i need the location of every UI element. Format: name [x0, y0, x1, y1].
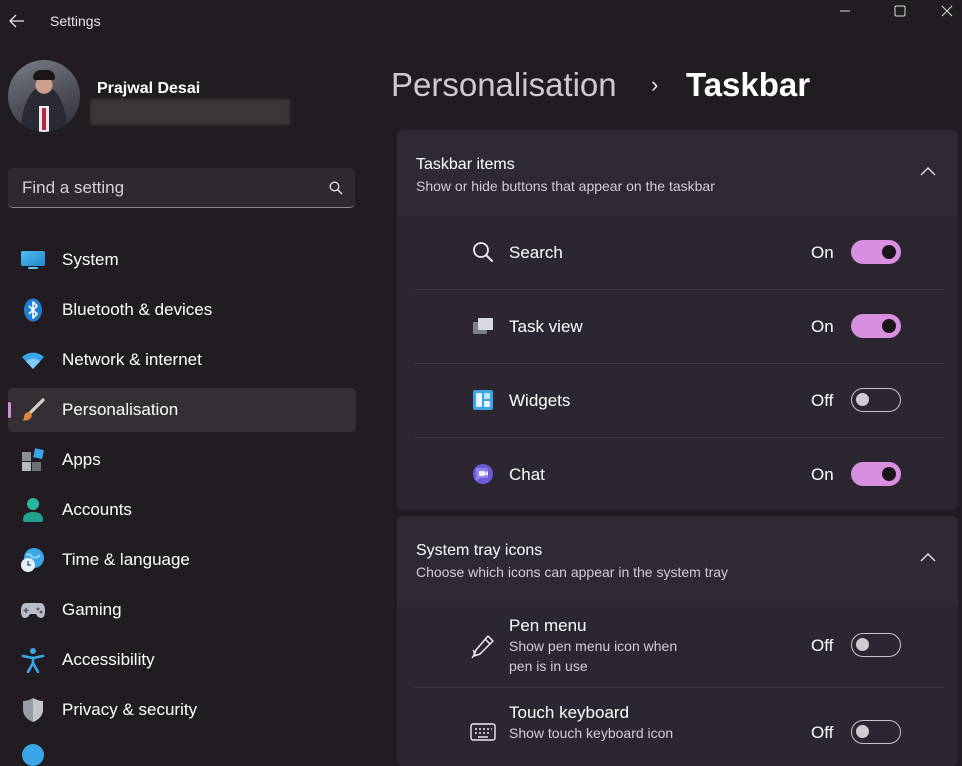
toggle-state: On — [811, 243, 834, 262]
nav-item-bluetooth[interactable]: Bluetooth & devices — [8, 288, 356, 332]
nav-item-label: Accessibility — [62, 650, 155, 669]
nav-item-gaming[interactable]: Gaming — [8, 588, 356, 632]
back-button[interactable] — [6, 8, 28, 34]
minimize-button[interactable] — [822, 0, 868, 22]
setting-row-touch-keyboard[interactable]: Touch keyboard Show touch keyboard icon … — [397, 688, 958, 766]
chat-toggle[interactable] — [851, 462, 901, 486]
app-title: Settings — [50, 13, 101, 29]
setting-row-chat[interactable]: Chat On — [397, 438, 958, 510]
task-view-toggle[interactable] — [851, 314, 901, 338]
setting-row-pen-menu[interactable]: Pen menu Show pen menu icon when pen is … — [397, 602, 958, 688]
setting-label: Pen menu — [509, 616, 587, 635]
toggle-state: Off — [811, 723, 834, 742]
close-button[interactable] — [931, 0, 962, 22]
nav-item-time-language[interactable]: Time & language — [8, 538, 356, 582]
nav-item-label: Apps — [62, 450, 101, 469]
maximize-icon — [894, 5, 906, 17]
system-tray-header[interactable]: System tray icons Choose which icons can… — [397, 516, 958, 602]
setting-row-widgets[interactable]: Widgets Off — [397, 364, 958, 438]
widgets-icon — [469, 386, 497, 414]
section-title: System tray icons — [416, 542, 543, 559]
taskbar-items-header[interactable]: Taskbar items Show or hide buttons that … — [397, 130, 958, 216]
avatar[interactable] — [8, 60, 80, 132]
nav-item-network[interactable]: Network & internet — [8, 338, 356, 382]
minimize-icon — [840, 10, 850, 12]
setting-row-task-view[interactable]: Task view On — [397, 290, 958, 364]
gamepad-icon — [20, 598, 46, 622]
search-icon[interactable] — [329, 181, 343, 195]
maximize-button[interactable] — [877, 0, 923, 22]
search-field[interactable] — [8, 168, 355, 208]
nav-item-label: Accounts — [62, 500, 132, 519]
nav-item-system[interactable]: System — [8, 238, 356, 282]
nav-item-label: Gaming — [62, 600, 122, 619]
setting-label: Chat — [509, 465, 545, 484]
nav-item-privacy-security[interactable]: Privacy & security — [8, 688, 356, 732]
user-name: Prajwal Desai — [97, 80, 201, 97]
setting-label: Touch keyboard — [509, 703, 630, 722]
page-title: Taskbar — [686, 66, 811, 103]
search-toggle[interactable] — [851, 240, 901, 264]
active-indicator — [8, 402, 11, 418]
nav-item-accessibility[interactable]: Accessibility — [8, 638, 356, 682]
section-subtitle: Choose which icons can appear in the sys… — [416, 564, 729, 580]
accessibility-icon — [20, 648, 46, 673]
back-arrow-icon — [9, 14, 24, 28]
pen-icon — [469, 632, 497, 660]
toggle-state: On — [811, 465, 834, 484]
nav-item-label: Bluetooth & devices — [62, 300, 213, 319]
system-tray-section: System tray icons Choose which icons can… — [397, 516, 958, 766]
search-icon — [469, 238, 497, 266]
setting-label: Widgets — [509, 391, 571, 410]
nav-item-apps[interactable]: Apps — [8, 438, 356, 482]
brush-icon — [20, 398, 46, 422]
chevron-up-icon[interactable] — [918, 548, 938, 568]
taskbar-items-section: Taskbar items Show or hide buttons that … — [397, 130, 958, 510]
apps-icon — [20, 448, 46, 472]
nav-item-accounts[interactable]: Accounts — [8, 488, 356, 532]
breadcrumb-parent[interactable]: Personalisation — [391, 66, 617, 104]
setting-label: Search — [509, 243, 563, 262]
wifi-icon — [20, 348, 46, 372]
search-input[interactable] — [20, 176, 329, 199]
shield-icon — [20, 698, 46, 722]
user-email-redacted — [90, 99, 290, 125]
task-view-icon — [469, 312, 497, 340]
setting-row-search[interactable]: Search On — [397, 216, 958, 290]
widgets-toggle[interactable] — [851, 388, 901, 412]
breadcrumb-separator: › — [651, 72, 659, 97]
close-icon — [941, 5, 952, 17]
touch-keyboard-toggle[interactable] — [851, 720, 901, 744]
chat-icon — [469, 460, 497, 488]
section-subtitle: Show or hide buttons that appear on the … — [416, 178, 715, 194]
setting-description: Show pen menu icon when pen is in use — [509, 638, 678, 674]
globe-clock-icon — [20, 548, 46, 572]
nav-item-label: Personalisation — [62, 400, 179, 419]
pen-menu-toggle[interactable] — [851, 633, 901, 657]
nav-item-label: Privacy & security — [62, 700, 198, 719]
toggle-state: Off — [811, 391, 834, 410]
keyboard-icon — [469, 718, 497, 746]
toggle-state: Off — [811, 636, 834, 655]
person-icon — [20, 498, 46, 522]
bluetooth-icon — [20, 298, 46, 322]
nav-item-personalisation[interactable]: Personalisation — [8, 388, 356, 432]
chevron-up-icon[interactable] — [918, 162, 938, 182]
windows-update-icon — [22, 744, 44, 766]
nav-item-label: System — [62, 250, 119, 269]
section-title: Taskbar items — [416, 156, 515, 173]
monitor-icon — [20, 248, 46, 272]
toggle-state: On — [811, 317, 834, 336]
nav-item-label: Time & language — [62, 550, 190, 569]
setting-label: Task view — [509, 317, 583, 336]
setting-description: Show touch keyboard icon — [509, 725, 674, 741]
nav-item-label: Network & internet — [62, 350, 202, 369]
